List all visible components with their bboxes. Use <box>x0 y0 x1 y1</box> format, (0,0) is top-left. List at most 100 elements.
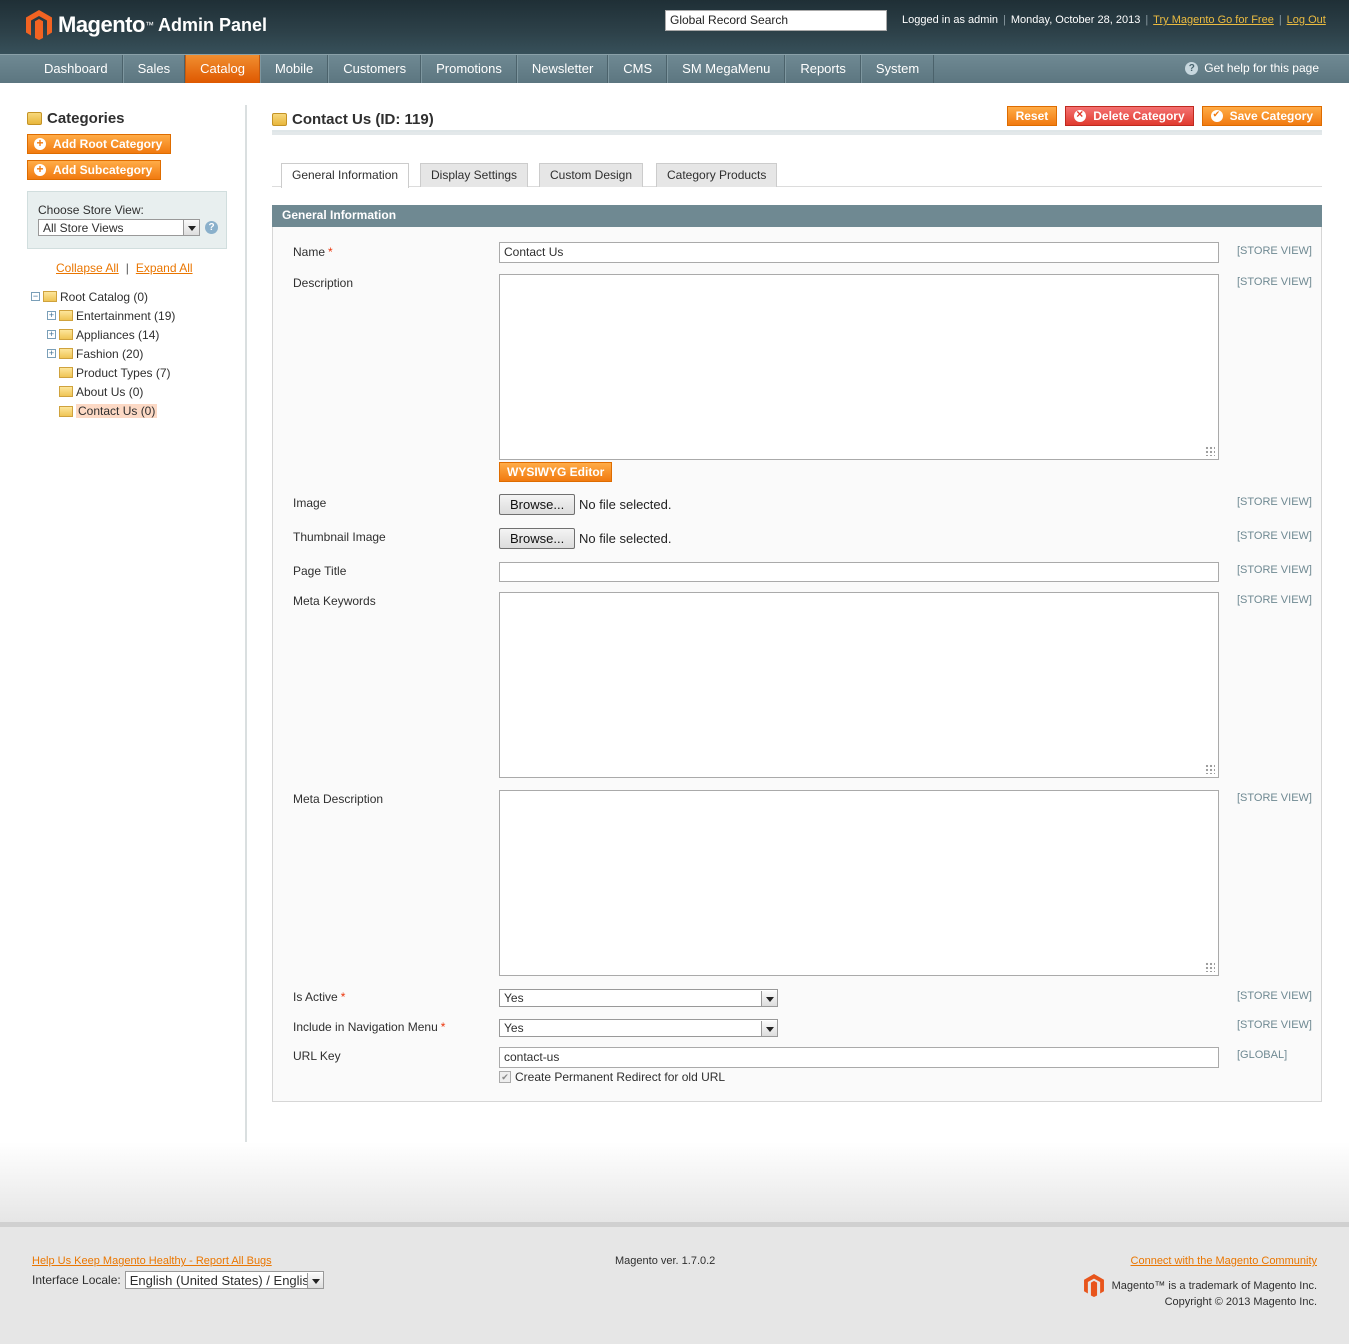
collapse-all-link[interactable]: Collapse All <box>56 261 119 275</box>
interface-locale-select[interactable]: English (United States) / English <box>124 1271 324 1289</box>
community-link[interactable]: Connect with the Magento Community <box>1131 1255 1317 1267</box>
thumbnail-file-status: No file selected. <box>579 531 672 546</box>
tab-display-settings[interactable]: Display Settings <box>420 163 529 187</box>
nav-cms[interactable]: CMS <box>608 55 668 83</box>
scope-label: [STORE VIEW] <box>1237 990 1312 1002</box>
add-root-category-label: Add Root Category <box>53 137 163 151</box>
save-category-label: Save Category <box>1229 109 1313 123</box>
folder-icon <box>59 405 73 417</box>
add-root-category-button[interactable]: + Add Root Category <box>27 134 172 154</box>
folder-icon <box>59 348 73 359</box>
meta-description-textarea[interactable] <box>499 790 1219 976</box>
nav-sm-megamenu[interactable]: SM MegaMenu <box>667 55 786 83</box>
image-browse-button[interactable]: Browse... <box>499 494 576 515</box>
expand-toggle-icon[interactable]: + <box>47 311 56 320</box>
help-icon: ? <box>1185 61 1199 75</box>
help-icon[interactable]: ? <box>205 221 218 234</box>
trademark-line: Magento™ is a trademark of Magento Inc. <box>1083 1274 1317 1297</box>
expand-toggle-icon[interactable]: + <box>47 349 56 358</box>
tree-node-appliances[interactable]: + Appliances (14) <box>47 326 159 343</box>
resize-grip-icon <box>1205 764 1215 774</box>
url-key-input[interactable]: contact-us <box>499 1047 1219 1068</box>
wysiwyg-editor-button[interactable]: WYSIWYG Editor <box>499 462 613 482</box>
name-input[interactable]: Contact Us <box>499 242 1219 263</box>
sidebar-divider <box>245 105 247 1142</box>
nav-system[interactable]: System <box>860 55 935 83</box>
is-active-select[interactable]: Yes <box>499 989 778 1007</box>
permanent-redirect-checkbox[interactable]: ✔ Create Permanent Redirect for old URL <box>499 1070 725 1084</box>
url-key-label: URL Key <box>293 1049 341 1063</box>
expand-all-link[interactable]: Expand All <box>136 261 193 275</box>
tree-node-product-types[interactable]: Product Types (7) <box>59 364 171 381</box>
tab-category-products[interactable]: Category Products <box>656 163 778 187</box>
page-title-input[interactable] <box>499 562 1219 582</box>
is-active-label: Is Active * <box>293 990 345 1004</box>
include-in-navigation-value: Yes <box>504 1021 524 1035</box>
expand-toggle-icon[interactable]: + <box>47 330 56 339</box>
scope-label: [STORE VIEW] <box>1237 594 1312 606</box>
nav-customers[interactable]: Customers <box>328 55 422 83</box>
collapse-toggle-icon[interactable]: − <box>31 292 40 301</box>
tab-general-information[interactable]: General Information <box>281 163 410 188</box>
tree-controls: Collapse All | Expand All <box>56 261 193 275</box>
store-view-label: Choose Store View: <box>38 203 144 217</box>
try-magento-go-link[interactable]: Try Magento Go for Free <box>1153 14 1274 26</box>
image-file-status: No file selected. <box>579 497 672 512</box>
nav-promotions[interactable]: Promotions <box>421 55 517 83</box>
nav-mobile[interactable]: Mobile <box>259 55 329 83</box>
title-divider <box>272 130 1322 135</box>
scope-label: [STORE VIEW] <box>1237 276 1312 288</box>
meta-keywords-textarea[interactable] <box>499 592 1219 778</box>
store-view-value: All Store Views <box>43 220 124 235</box>
chevron-down-icon <box>761 1020 777 1036</box>
form-buttons: Reset Delete Category Save Category <box>1006 106 1322 126</box>
help-link[interactable]: ? Get help for this page <box>1185 61 1319 75</box>
logout-link[interactable]: Log Out <box>1287 14 1326 26</box>
is-active-label-text: Is Active <box>293 990 338 1004</box>
nav-catalog[interactable]: Catalog <box>185 55 260 83</box>
plus-icon: + <box>34 137 46 150</box>
scope-label: [STORE VIEW] <box>1237 496 1312 508</box>
tree-node-fashion[interactable]: + Fashion (20) <box>47 345 143 362</box>
nav-dashboard[interactable]: Dashboard <box>30 55 123 83</box>
tree-node-root-catalog[interactable]: − Root Catalog (0) <box>31 288 148 305</box>
name-label: Name * <box>293 245 333 259</box>
scope-label: [STORE VIEW] <box>1237 245 1312 257</box>
scope-label: [GLOBAL] <box>1237 1049 1288 1061</box>
tree-node-about-us[interactable]: About Us (0) <box>59 383 143 400</box>
thumbnail-browse-button[interactable]: Browse... <box>499 528 576 549</box>
logged-in-text: Logged in as admin <box>902 14 999 26</box>
store-view-select[interactable]: All Store Views <box>38 219 200 236</box>
report-bugs-link[interactable]: Help Us Keep Magento Healthy - Report Al… <box>32 1255 272 1267</box>
include-in-navigation-select[interactable]: Yes <box>499 1019 778 1037</box>
check-icon <box>1210 109 1223 122</box>
tree-node-entertainment[interactable]: + Entertainment (19) <box>47 307 175 324</box>
tree-node-label: Entertainment (19) <box>76 308 176 323</box>
global-search-input[interactable]: Global Record Search <box>665 10 887 31</box>
magento-logo[interactable]: Magento ™ Admin Panel <box>26 10 267 40</box>
nav-newsletter[interactable]: Newsletter <box>516 55 609 83</box>
categories-heading: Categories <box>27 110 125 127</box>
reset-button[interactable]: Reset <box>1006 106 1058 126</box>
delete-category-button[interactable]: Delete Category <box>1065 106 1194 126</box>
scope-label: [STORE VIEW] <box>1237 1019 1312 1031</box>
header-date: Monday, October 28, 2013 <box>1010 14 1141 26</box>
tree-controls-separator: | <box>125 261 129 275</box>
interface-locale: Interface Locale: English (United States… <box>32 1271 324 1289</box>
description-label: Description <box>293 276 354 290</box>
required-mark: * <box>440 1020 446 1034</box>
add-subcategory-button[interactable]: + Add Subcategory <box>27 160 162 180</box>
folder-icon <box>43 291 57 302</box>
interface-locale-value: English (United States) / English <box>129 1272 307 1288</box>
nav-reports[interactable]: Reports <box>785 55 861 83</box>
tab-custom-design[interactable]: Custom Design <box>539 163 644 187</box>
tree-node-label: Contact Us (0) <box>76 404 158 418</box>
page-title: Contact Us (ID: 119) <box>272 111 434 128</box>
name-label-text: Name <box>293 245 326 259</box>
nav-sales[interactable]: Sales <box>122 55 186 83</box>
description-textarea[interactable] <box>499 274 1219 460</box>
checkbox-check-icon: ✔ <box>499 1071 511 1083</box>
trademark-text: Magento™ is a trademark of Magento Inc. <box>1111 1279 1317 1292</box>
thumbnail-image-label: Thumbnail Image <box>293 530 386 544</box>
save-category-button[interactable]: Save Category <box>1201 106 1322 126</box>
